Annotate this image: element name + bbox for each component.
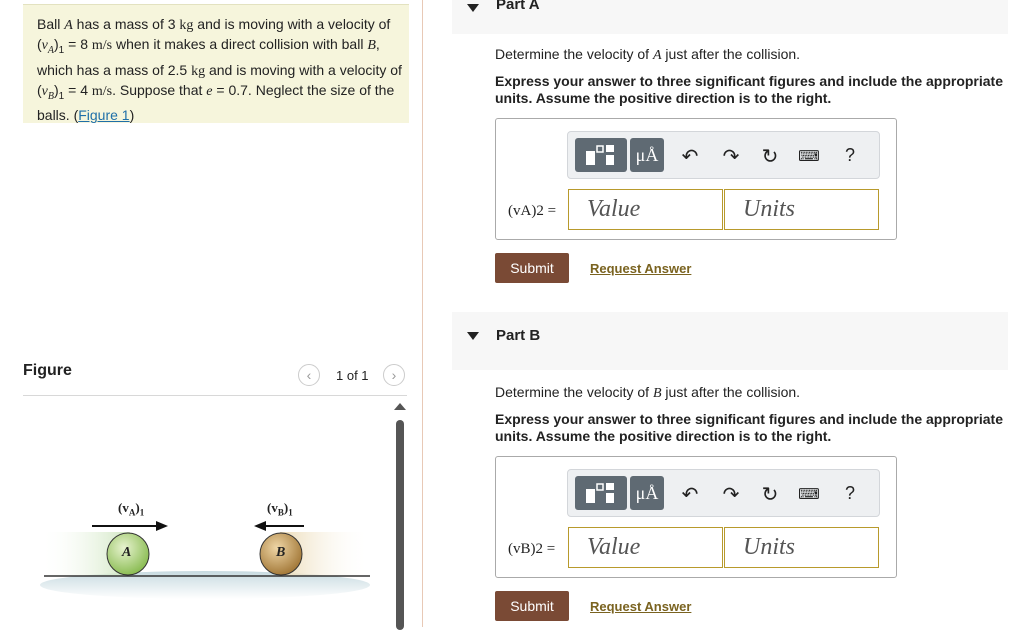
math-toolbar: μÅ ↶ ↷ ↻ ⌨ ?: [567, 469, 880, 517]
unit: m/s: [91, 84, 113, 100]
units-input[interactable]: Units: [724, 527, 879, 568]
unit: m/s: [91, 38, 113, 54]
redo-icon[interactable]: ↷: [719, 482, 743, 507]
ball-a-label: A: [122, 545, 132, 560]
label-vb: (vB)1: [267, 500, 293, 518]
arrowhead-vb: [254, 521, 266, 531]
units-input[interactable]: Units: [724, 189, 879, 230]
part-a-request-answer-link[interactable]: Request Answer: [590, 261, 691, 276]
part-b-header[interactable]: Part B: [452, 312, 1008, 370]
undo-icon[interactable]: ↶: [678, 482, 702, 507]
part-b-answer-box: μÅ ↶ ↷ ↻ ⌨ ? (vB)2 = Value Units: [495, 456, 897, 578]
reset-icon[interactable]: ↻: [758, 482, 782, 507]
ball-b-label: B: [276, 545, 286, 560]
text: Ball: [37, 16, 65, 32]
unit: kg: [191, 63, 206, 79]
symbols-icon: μÅ: [635, 482, 659, 503]
undo-icon[interactable]: ↶: [678, 144, 702, 169]
part-b-submit-button[interactable]: Submit: [495, 591, 569, 621]
templates-icon: [586, 483, 614, 503]
next-figure-button[interactable]: ›: [383, 364, 405, 386]
math-toolbar: μÅ ↶ ↷ ↻ ⌨ ?: [567, 131, 880, 179]
part-b-answer-label: (vB)2 =: [508, 541, 556, 557]
part-a-header[interactable]: Part A: [452, 0, 1008, 34]
problem-statement: Ball A has a mass of 3 kg and is moving …: [23, 4, 409, 123]
templates-button[interactable]: [575, 138, 627, 172]
keyboard-icon[interactable]: ⌨: [797, 485, 821, 503]
part-b-request-answer-link[interactable]: Request Answer: [590, 599, 691, 614]
panel-divider: [422, 0, 423, 627]
collapse-triangle-icon: [467, 4, 479, 12]
unit: kg: [179, 18, 194, 33]
part-a-instruction: Express your answer to three significant…: [495, 73, 1004, 106]
figure-title: Figure: [23, 362, 72, 379]
part-a-answer-box: μÅ ↶ ↷ ↻ ⌨ ? (vA)2 = Value Units: [495, 118, 897, 240]
symbols-button[interactable]: μÅ: [630, 476, 664, 510]
chevron-left-icon: ‹: [306, 367, 312, 383]
scroll-up-arrow[interactable]: [394, 403, 406, 410]
part-a-answer-label: (vA)2 =: [508, 203, 557, 219]
chevron-right-icon: ›: [391, 367, 397, 383]
help-icon[interactable]: ?: [838, 145, 862, 166]
collision-figure: [40, 521, 370, 599]
part-a-title: Part A: [496, 0, 540, 13]
problem-text: Ball A has a mass of 3 kg and is moving …: [37, 15, 405, 125]
symbols-button[interactable]: μÅ: [630, 138, 664, 172]
part-b-title: Part B: [496, 327, 541, 344]
value-input[interactable]: Value: [568, 527, 723, 568]
part-a-submit-button[interactable]: Submit: [495, 253, 569, 283]
figure-counter: 1 of 1: [336, 368, 369, 383]
collapse-triangle-icon: [467, 332, 479, 340]
var-a: A: [64, 18, 73, 33]
figure-scrollbar[interactable]: [396, 420, 404, 630]
text: . Suppose that: [112, 82, 207, 99]
text: = 4: [64, 82, 92, 99]
templates-icon: [586, 145, 614, 165]
templates-button[interactable]: [575, 476, 627, 510]
part-a-question: Determine the velocity of A just after t…: [495, 46, 801, 63]
var-b: B: [367, 38, 376, 54]
text: = 8: [64, 36, 92, 53]
reset-icon[interactable]: ↻: [758, 144, 782, 169]
keyboard-icon[interactable]: ⌨: [797, 147, 821, 165]
part-b-question: Determine the velocity of B just after t…: [495, 384, 801, 401]
previous-figure-button[interactable]: ‹: [298, 364, 320, 386]
text: has a mass of 3: [72, 16, 180, 32]
symbols-icon: μÅ: [635, 144, 659, 165]
figure-link[interactable]: Figure 1: [78, 107, 129, 123]
redo-icon[interactable]: ↷: [719, 144, 743, 169]
text: ): [129, 107, 135, 124]
part-b-instruction: Express your answer to three significant…: [495, 411, 1004, 444]
label-va: (vA)1: [118, 500, 145, 518]
arrowhead-va: [156, 521, 168, 531]
text: when it makes a direct collision with ba…: [112, 36, 368, 53]
help-icon[interactable]: ?: [838, 483, 862, 504]
value-input[interactable]: Value: [568, 189, 723, 230]
figure-divider: [23, 395, 407, 396]
